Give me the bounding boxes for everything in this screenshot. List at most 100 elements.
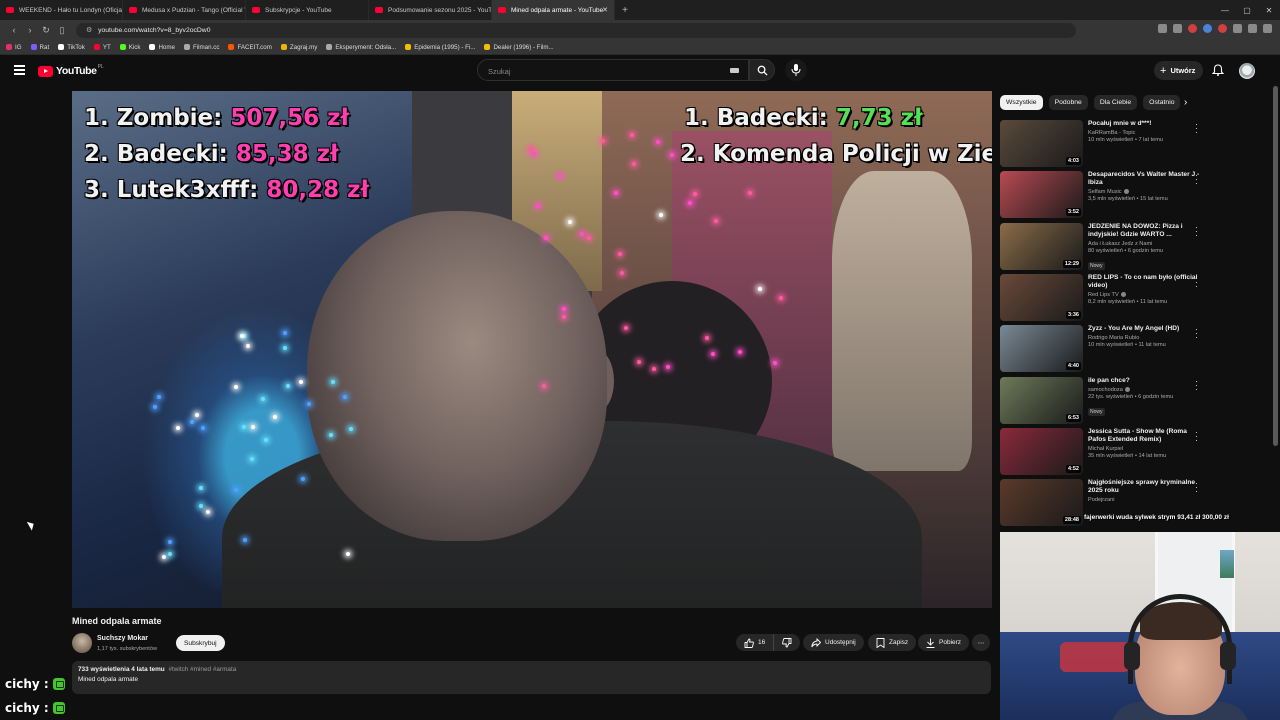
related-video-item[interactable]: 4:03 Pocałuj mnie w d***! KaRRamBa - Topic…	[1000, 120, 1210, 168]
bookmark-item[interactable]: FACEIT.com	[228, 44, 272, 51]
scrollbar-thumb[interactable]	[1273, 86, 1278, 446]
new-tab-icon[interactable]: +	[615, 5, 635, 16]
minimize-icon[interactable]: —	[1214, 6, 1236, 15]
more-options-icon[interactable]: · · ·	[1195, 479, 1199, 496]
channel-name[interactable]: Rodrigo Maria Rubio	[1088, 335, 1200, 341]
extension-icon[interactable]	[1218, 24, 1227, 33]
hamburger-menu-icon[interactable]	[14, 65, 25, 75]
youtube-logo[interactable]: YouTube PL	[38, 64, 104, 77]
video-title[interactable]: Pocałuj mnie w d***!	[1088, 120, 1200, 128]
address-bar[interactable]: ⚙ youtube.com/watch?v=8_byv2ocDw0	[76, 22, 1076, 38]
video-thumbnail[interactable]: 28:48	[1000, 479, 1083, 527]
more-options-icon[interactable]: · · ·	[1195, 376, 1199, 393]
site-info-icon[interactable]: ⚙	[86, 26, 92, 34]
description-box[interactable]: 733 wyświetlenia 4 lata temu #twitch #mi…	[72, 661, 991, 694]
channel-name[interactable]: Michał Kurpiel	[1088, 446, 1200, 452]
video-thumbnail[interactable]: 4:52	[1000, 427, 1083, 475]
browser-tab[interactable]: Mined odpala armate - YouTube ✕	[492, 0, 615, 20]
video-title[interactable]: JEDZENIE NA DOWÓZ: Pizza i indyjskie! Gd…	[1088, 223, 1200, 239]
video-title[interactable]: Zyzz - You Are My Angel (HD)	[1088, 325, 1200, 333]
related-video-item[interactable]: 4:52 Jessica Sutta - Show Me (Roma Pafos …	[1000, 427, 1210, 476]
video-title[interactable]: ile pan chce?	[1088, 377, 1200, 385]
channel-name[interactable]: Suchszy Mokar	[97, 635, 148, 642]
share-button[interactable]: Udostępnij	[803, 634, 864, 651]
video-title[interactable]: Desaparecidos Vs Walter Master J - Ibiza	[1088, 171, 1200, 187]
bookmark-item[interactable]: IG	[6, 44, 22, 51]
browser-tab[interactable]: WEEKEND - Hało tu Londyn (Oficjaln...	[0, 0, 123, 20]
bookmark-item[interactable]: Dealer (1996) - Film...	[484, 44, 554, 51]
share-icon[interactable]	[1173, 24, 1182, 33]
video-player[interactable]: 1. Zombie: 507,56 zł 2. Badecki: 85,38 zł…	[72, 91, 992, 608]
bookmark-item[interactable]: Kick	[119, 44, 140, 51]
video-thumbnail[interactable]: 3:36	[1000, 273, 1083, 321]
bookmark-item[interactable]: TikTok	[58, 44, 85, 51]
subscribe-button[interactable]: Subskrybuj	[176, 635, 225, 651]
video-thumbnail[interactable]: 6:53	[1000, 376, 1083, 424]
filter-chip[interactable]: Podobne	[1048, 95, 1088, 110]
more-options-icon[interactable]: · · ·	[1195, 120, 1199, 137]
filter-chip[interactable]: Wszystkie	[1000, 95, 1043, 110]
save-button[interactable]: Zapisz	[868, 634, 917, 651]
back-icon[interactable]: ‹	[6, 25, 22, 35]
related-video-item[interactable]: 6:53 ile pan chce? samochodoza 22 tys. wyśw…	[1000, 376, 1210, 425]
forward-icon[interactable]: ›	[22, 25, 38, 35]
video-thumbnail[interactable]: 12:29	[1000, 222, 1083, 270]
menu-icon[interactable]	[1263, 24, 1272, 33]
download-button[interactable]: Pobierz	[918, 634, 970, 651]
bookmark-item[interactable]: Filman.cc	[183, 44, 219, 51]
bookmark-item[interactable]: Rat	[30, 44, 49, 51]
filter-chip[interactable]: Ostatnio	[1143, 95, 1181, 110]
extension-icon[interactable]	[1203, 24, 1212, 33]
related-video-item[interactable]: 3:52 Desaparecidos Vs Walter Master J - I…	[1000, 171, 1210, 219]
channel-name[interactable]: KaRRamBa - Topic	[1088, 130, 1200, 136]
extension-icon[interactable]	[1158, 24, 1167, 33]
more-options-icon[interactable]: · · ·	[1195, 171, 1199, 188]
channel-avatar[interactable]	[72, 633, 92, 653]
more-options-icon[interactable]: · · ·	[1195, 222, 1199, 239]
reload-icon[interactable]: ↻	[38, 25, 54, 36]
bookmark-item[interactable]: Zagraj.my	[280, 44, 317, 51]
channel-name[interactable]: Podejrzani	[1088, 497, 1200, 503]
extensions-puzzle-icon[interactable]	[1233, 24, 1242, 33]
search-button[interactable]	[749, 59, 775, 81]
video-thumbnail[interactable]: 4:40	[1000, 325, 1083, 373]
video-title[interactable]: RED LIPS - To co nam było (official vide…	[1088, 274, 1200, 290]
channel-name[interactable]: samochodoza	[1088, 387, 1200, 393]
search-input[interactable]: Szukaj	[477, 59, 749, 81]
dislike-button[interactable]	[773, 634, 801, 651]
video-title[interactable]: Jessica Sutta - Show Me (Roma Pafos Exte…	[1088, 428, 1200, 444]
channel-name[interactable]: Selfam Music	[1088, 189, 1200, 195]
chevron-right-icon[interactable]: ›	[1184, 97, 1187, 108]
bookmark-page-icon[interactable]: ▯	[54, 25, 70, 36]
notifications-bell-icon[interactable]	[1212, 64, 1224, 76]
like-button[interactable]: 16	[736, 634, 774, 651]
browser-tab[interactable]: Medusa x Pudzian - Tango (Official V...	[123, 0, 246, 20]
browser-tab[interactable]: Podsumowanie sezonu 2025 - YouTu...	[369, 0, 492, 20]
video-thumbnail[interactable]: 4:03	[1000, 120, 1083, 167]
more-actions-button[interactable]: ⋯	[972, 634, 990, 651]
more-options-icon[interactable]: · · ·	[1195, 273, 1199, 290]
more-options-icon[interactable]: · · ·	[1195, 325, 1199, 342]
maximize-icon[interactable]: ▢	[1236, 6, 1258, 15]
voice-search-button[interactable]	[785, 59, 807, 81]
account-avatar[interactable]	[1239, 63, 1255, 79]
tab-close-icon[interactable]: ✕	[602, 6, 608, 14]
browser-tab[interactable]: Subskrypcje - YouTube	[246, 0, 369, 20]
channel-name[interactable]: Ada i Łukasz Jedz z Nami	[1088, 241, 1200, 247]
filter-chip[interactable]: Dla Ciebie	[1093, 95, 1138, 110]
related-video-item[interactable]: 4:40 Zyzz - You Are My Angel (HD) Rodrigo …	[1000, 325, 1210, 373]
page-scrollbar[interactable]	[1271, 56, 1280, 532]
video-thumbnail[interactable]: 3:52	[1000, 171, 1083, 219]
more-options-icon[interactable]: · · ·	[1195, 427, 1199, 444]
bookmark-item[interactable]: Epidemia (1995) - Fi...	[405, 44, 475, 51]
bookmark-item[interactable]: Home	[149, 44, 175, 51]
bookmark-item[interactable]: Eksperyment: Odsła...	[326, 44, 396, 51]
video-title[interactable]: Najgłośniejsze sprawy kryminalne 2025 ro…	[1088, 479, 1200, 495]
related-video-item[interactable]: 3:36 RED LIPS - To co nam było (official …	[1000, 273, 1210, 322]
bookmark-item[interactable]: YT	[93, 44, 111, 51]
create-button[interactable]: + Utwórz	[1154, 61, 1204, 80]
related-video-item[interactable]: 12:29 JEDZENIE NA DOWÓZ: Pizza i indyjski…	[1000, 222, 1210, 271]
close-window-icon[interactable]: ✕	[1258, 6, 1280, 15]
channel-name[interactable]: Red Lips TV	[1088, 292, 1200, 298]
keyboard-icon[interactable]	[730, 68, 739, 73]
